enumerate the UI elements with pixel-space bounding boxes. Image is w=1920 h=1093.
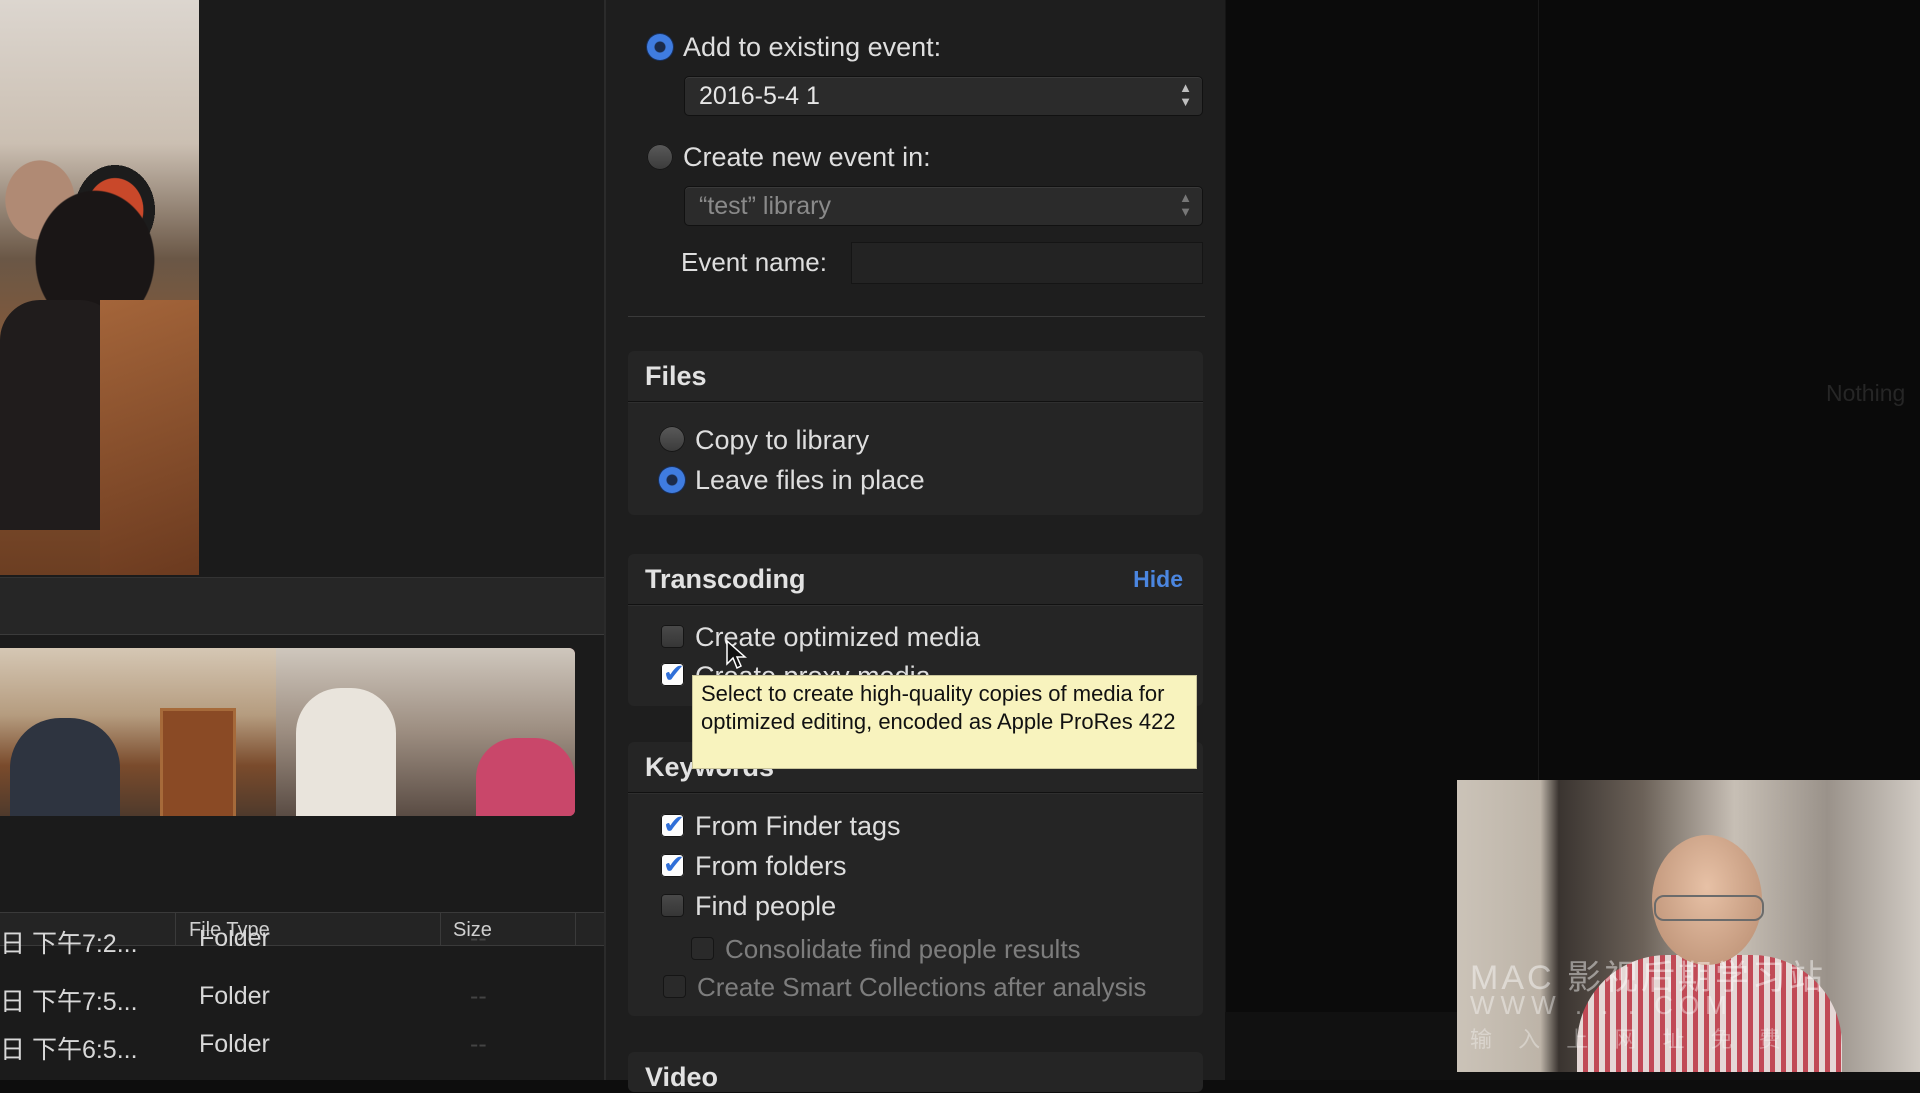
- video-section-title: Video: [645, 1062, 719, 1092]
- create-smart-collections-label: Create Smart Collections after analysis: [697, 972, 1147, 1002]
- divider: [628, 316, 1205, 317]
- watermark-url: WWW . . . COM: [1470, 990, 1733, 1020]
- clip-thumbnail-large[interactable]: [0, 0, 199, 575]
- filmstrip-door: [160, 708, 236, 816]
- table-row[interactable]: 日 下午7:2... Folder --: [0, 930, 605, 960]
- filmstrip-person: [10, 718, 120, 816]
- video-section: Video: [628, 1052, 1203, 1092]
- filmstrip-frame-2: [276, 648, 575, 816]
- files-section-header: Files: [628, 351, 1203, 402]
- create-new-event-radio[interactable]: [647, 144, 673, 170]
- from-finder-tags-checkbox[interactable]: [661, 809, 685, 840]
- filmstrip-person: [296, 688, 396, 816]
- find-people-checkbox[interactable]: [661, 894, 684, 917]
- existing-event-popup[interactable]: 2016-5-4 1 ▲ ▼: [684, 76, 1203, 116]
- transcoding-hide-button[interactable]: Hide: [1133, 566, 1183, 593]
- transcoding-section-header: Transcoding Hide: [628, 554, 1203, 605]
- create-optimized-media-checkbox[interactable]: [661, 625, 684, 648]
- leave-files-in-place-label[interactable]: Leave files in place: [695, 465, 925, 496]
- watermark-subtext: 输 入 上 网 址 免 费: [1470, 1027, 1791, 1052]
- create-smart-collections-checkbox[interactable]: [663, 975, 686, 998]
- add-existing-event-label[interactable]: Add to existing event:: [683, 32, 941, 63]
- divider: [0, 634, 605, 635]
- filmstrip-person: [476, 738, 575, 816]
- consolidate-find-people-checkbox[interactable]: [691, 937, 714, 960]
- leave-files-in-place-radio[interactable]: [659, 467, 685, 493]
- inspector-empty-text: Nothing: [1826, 380, 1906, 406]
- event-name-label: Event name:: [681, 247, 827, 277]
- from-finder-tags-label[interactable]: From Finder tags: [695, 811, 901, 842]
- presenter-glasses: [1654, 895, 1764, 921]
- event-name-field[interactable]: [851, 242, 1203, 284]
- popup-arrows-icon: ▲ ▼: [1179, 80, 1192, 109]
- copy-to-library-label[interactable]: Copy to library: [695, 425, 869, 456]
- thumbnail-chair: [100, 300, 199, 575]
- create-proxy-media-checkbox[interactable]: [661, 658, 685, 689]
- find-people-label[interactable]: Find people: [695, 891, 836, 922]
- table-row[interactable]: 日 下午6:5... Folder --: [0, 1020, 605, 1068]
- create-new-event-label[interactable]: Create new event in:: [683, 142, 931, 173]
- from-folders-checkbox[interactable]: [661, 849, 685, 880]
- clip-filmstrip[interactable]: [0, 648, 575, 816]
- copy-to-library-radio[interactable]: [659, 426, 685, 452]
- files-section-title: Files: [645, 361, 707, 391]
- transcoding-section-title: Transcoding: [645, 564, 806, 594]
- from-folders-label[interactable]: From folders: [695, 851, 847, 882]
- tooltip: Select to create high-quality copies of …: [692, 675, 1197, 769]
- add-existing-event-radio[interactable]: [647, 34, 673, 60]
- consolidate-find-people-label: Consolidate find people results: [725, 934, 1081, 964]
- browser-toolbar: [0, 578, 605, 634]
- mouse-cursor-icon: [726, 640, 747, 670]
- popup-arrows-icon: ▲ ▼: [1179, 190, 1192, 219]
- library-popup[interactable]: “test” library ▲ ▼: [684, 186, 1203, 226]
- table-row[interactable]: 日 下午7:5... Folder --: [0, 972, 605, 1020]
